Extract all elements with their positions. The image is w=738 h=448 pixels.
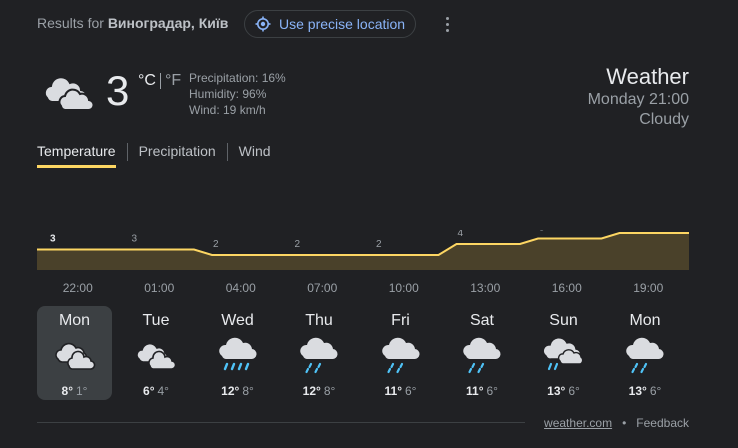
time-label: 07:00	[307, 281, 338, 295]
daily-forecast: Mon 8° 1° Tue 6° 4° Wed 12° 8° Thu 12° 8° Fri 11° 6° Sa…	[37, 306, 689, 400]
unit-toggle: °C °F	[138, 72, 181, 90]
forecast-high: 11°	[384, 384, 402, 398]
forecast-low: 8°	[323, 384, 336, 398]
light-rain-icon	[379, 335, 423, 375]
forecast-temps: 11° 6°	[385, 384, 417, 398]
forecast-day-tue[interactable]: Tue 6° 4°	[119, 306, 194, 400]
chart-tabs: Temperature Precipitation Wind	[37, 142, 271, 168]
footer-divider	[37, 422, 525, 423]
forecast-day-mon[interactable]: Mon 8° 1°	[37, 306, 112, 400]
forecast-temps: 11° 6°	[466, 384, 498, 398]
tab-wind[interactable]: Wind	[239, 143, 271, 168]
forecast-low: 6°	[486, 384, 498, 398]
forecast-high: 6°	[143, 384, 155, 398]
forecast-low: 4°	[157, 384, 169, 398]
chart-data-label: 3	[132, 234, 138, 245]
wind-text: Wind: 19 km/h	[189, 103, 266, 117]
time-label: 16:00	[551, 281, 582, 295]
forecast-day-name: Wed	[221, 312, 254, 329]
footer: weather.com • Feedback	[544, 416, 689, 430]
cloudy-icon	[134, 335, 178, 375]
chart-data-label: 4	[458, 230, 464, 239]
forecast-day-wed[interactable]: Wed 12° 8°	[200, 306, 275, 400]
forecast-temps: 6° 4°	[143, 384, 169, 398]
chart-data-label: 2	[295, 239, 301, 250]
cloudy-icon	[43, 76, 95, 111]
results-for: Results for Виноградар, Київ	[37, 15, 228, 31]
rain-icon	[216, 335, 260, 375]
forecast-day-name: Tue	[142, 312, 170, 329]
light-rain-icon	[297, 335, 341, 375]
tab-separator	[226, 142, 228, 161]
forecast-temps: 12° 8°	[221, 384, 254, 398]
forecast-high: 12°	[221, 384, 240, 398]
forecast-low: 6°	[568, 384, 580, 398]
weather-time: Monday 21:00	[587, 91, 689, 108]
forecast-high: 8°	[61, 384, 73, 398]
cloudy-icon	[53, 335, 97, 375]
forecast-day-sat[interactable]: Sat 11° 6°	[445, 306, 520, 400]
forecast-day-fri[interactable]: Fri 11° 6°	[363, 306, 438, 400]
chart-data-label: 2	[213, 239, 219, 250]
tab-separator	[126, 142, 128, 161]
chart-data-label: 3	[50, 234, 56, 245]
location-name: Виноградар, Київ	[107, 15, 229, 31]
forecast-temps: 12° 8°	[303, 384, 336, 398]
humidity-text: Humidity: 96%	[189, 87, 267, 101]
forecast-day-name: Sat	[469, 312, 494, 329]
more-options-icon[interactable]	[440, 14, 454, 34]
forecast-high: 11°	[466, 384, 484, 398]
forecast-day-sun[interactable]: Sun 13° 6°	[526, 306, 601, 400]
precipitation-text: Precipitation: 16%	[189, 71, 286, 85]
feedback-link[interactable]: Feedback	[636, 416, 689, 430]
time-label: 13:00	[470, 281, 501, 295]
forecast-temps: 13° 6°	[629, 384, 662, 398]
forecast-day-name: Mon	[58, 312, 91, 329]
forecast-day-name: Fri	[391, 312, 410, 329]
forecast-low: 1°	[76, 384, 88, 398]
forecast-high: 13°	[628, 384, 647, 398]
weather-title: Weather	[606, 64, 689, 89]
tab-temperature[interactable]: Temperature	[37, 143, 116, 168]
footer-separator: •	[622, 416, 627, 430]
forecast-high: 13°	[547, 384, 566, 398]
forecast-day-name: Thu	[305, 312, 333, 329]
time-label: 10:00	[388, 281, 419, 295]
light-rain-icon	[623, 335, 667, 375]
forecast-day-name: Sun	[549, 312, 578, 329]
unit-fahrenheit[interactable]: °F	[165, 72, 181, 90]
chart-time-axis: 22:00 01:00 04:00 07:00 10:00 13:00 16:0…	[37, 281, 689, 295]
forecast-temps: 8° 1°	[62, 384, 88, 398]
location-target-icon	[255, 16, 271, 32]
light-rain-icon	[460, 335, 504, 375]
precise-location-button[interactable]: Use precise location	[244, 10, 416, 38]
forecast-day-name: Mon	[629, 312, 661, 329]
time-label: 04:00	[225, 281, 256, 295]
forecast-low: 8°	[242, 384, 254, 398]
results-prefix: Results for	[37, 15, 104, 31]
chart-data-label: 5	[539, 230, 545, 234]
current-details: Precipitation: 16% Humidity: 96% Wind: 1…	[189, 70, 286, 118]
unit-celsius[interactable]: °C	[138, 72, 156, 90]
forecast-low: 6°	[405, 384, 417, 398]
time-label: 19:00	[633, 281, 664, 295]
time-label: 01:00	[144, 281, 175, 295]
current-temperature: 3	[106, 67, 130, 114]
time-label: 22:00	[62, 281, 93, 295]
forecast-temps: 13° 6°	[547, 384, 580, 398]
chart-data-label: 2	[376, 239, 382, 250]
forecast-day-thu[interactable]: Thu 12° 8°	[282, 306, 357, 400]
temperature-chart: 33222456	[37, 230, 689, 270]
rain-and-cloud-icon	[542, 335, 586, 375]
source-link[interactable]: weather.com	[544, 416, 612, 430]
tab-precipitation[interactable]: Precipitation	[139, 143, 216, 168]
forecast-low: 6°	[649, 384, 662, 398]
forecast-day-mon[interactable]: Mon 13° 6°	[608, 306, 683, 400]
forecast-high: 12°	[302, 384, 321, 398]
weather-condition: Cloudy	[639, 111, 689, 128]
unit-separator	[159, 73, 161, 89]
precise-location-label: Use precise location	[279, 16, 406, 32]
